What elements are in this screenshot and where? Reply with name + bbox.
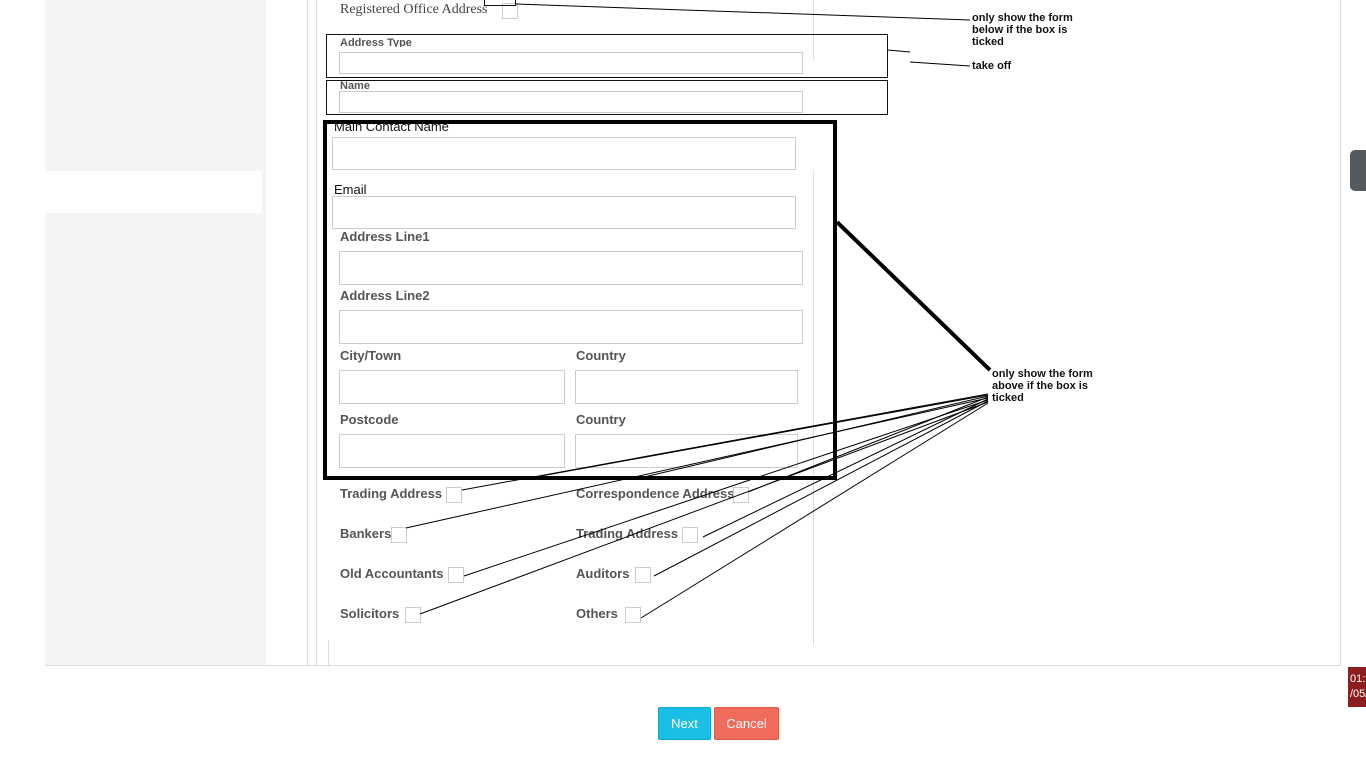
annotation-line-registered: [515, 3, 971, 21]
cancel-button[interactable]: Cancel: [714, 707, 779, 740]
annotation-note-above-line2: above if the box is: [992, 380, 1088, 392]
annotation-lines: [405, 3, 992, 619]
annotation-note-below-line3: ticked: [972, 36, 1004, 48]
annotation-line-8: [653, 400, 989, 577]
annotation-note-above: only show the form above if the box is t…: [992, 368, 1112, 404]
annotation-note-above-line1: only show the form: [992, 368, 1093, 380]
side-panel-toggle[interactable]: [1350, 150, 1366, 191]
annotation-line-9: [419, 401, 989, 615]
clock-badge: 01: /05/: [1348, 667, 1366, 707]
annotation-line-take-off: [909, 61, 971, 67]
clock-time: 01:: [1350, 673, 1366, 685]
annotation-line-7: [463, 399, 989, 577]
clock-date: /05/: [1350, 688, 1366, 700]
annotation-note-below-line2: below if the box is: [972, 24, 1068, 36]
annotation-arrow-thick: [835, 220, 992, 372]
next-button[interactable]: Next: [658, 707, 711, 740]
annotation-note-above-line3: ticked: [992, 392, 1024, 404]
annotation-note-take-off: take off: [972, 60, 1012, 72]
annotation-line-5: [405, 397, 989, 529]
annotation-note-below: only show the form below if the box is t…: [972, 12, 1092, 48]
annotation-line-address-type: [887, 49, 911, 53]
annotation-note-below-line1: only show the form: [972, 12, 1073, 24]
annotation-line-10: [640, 402, 989, 619]
